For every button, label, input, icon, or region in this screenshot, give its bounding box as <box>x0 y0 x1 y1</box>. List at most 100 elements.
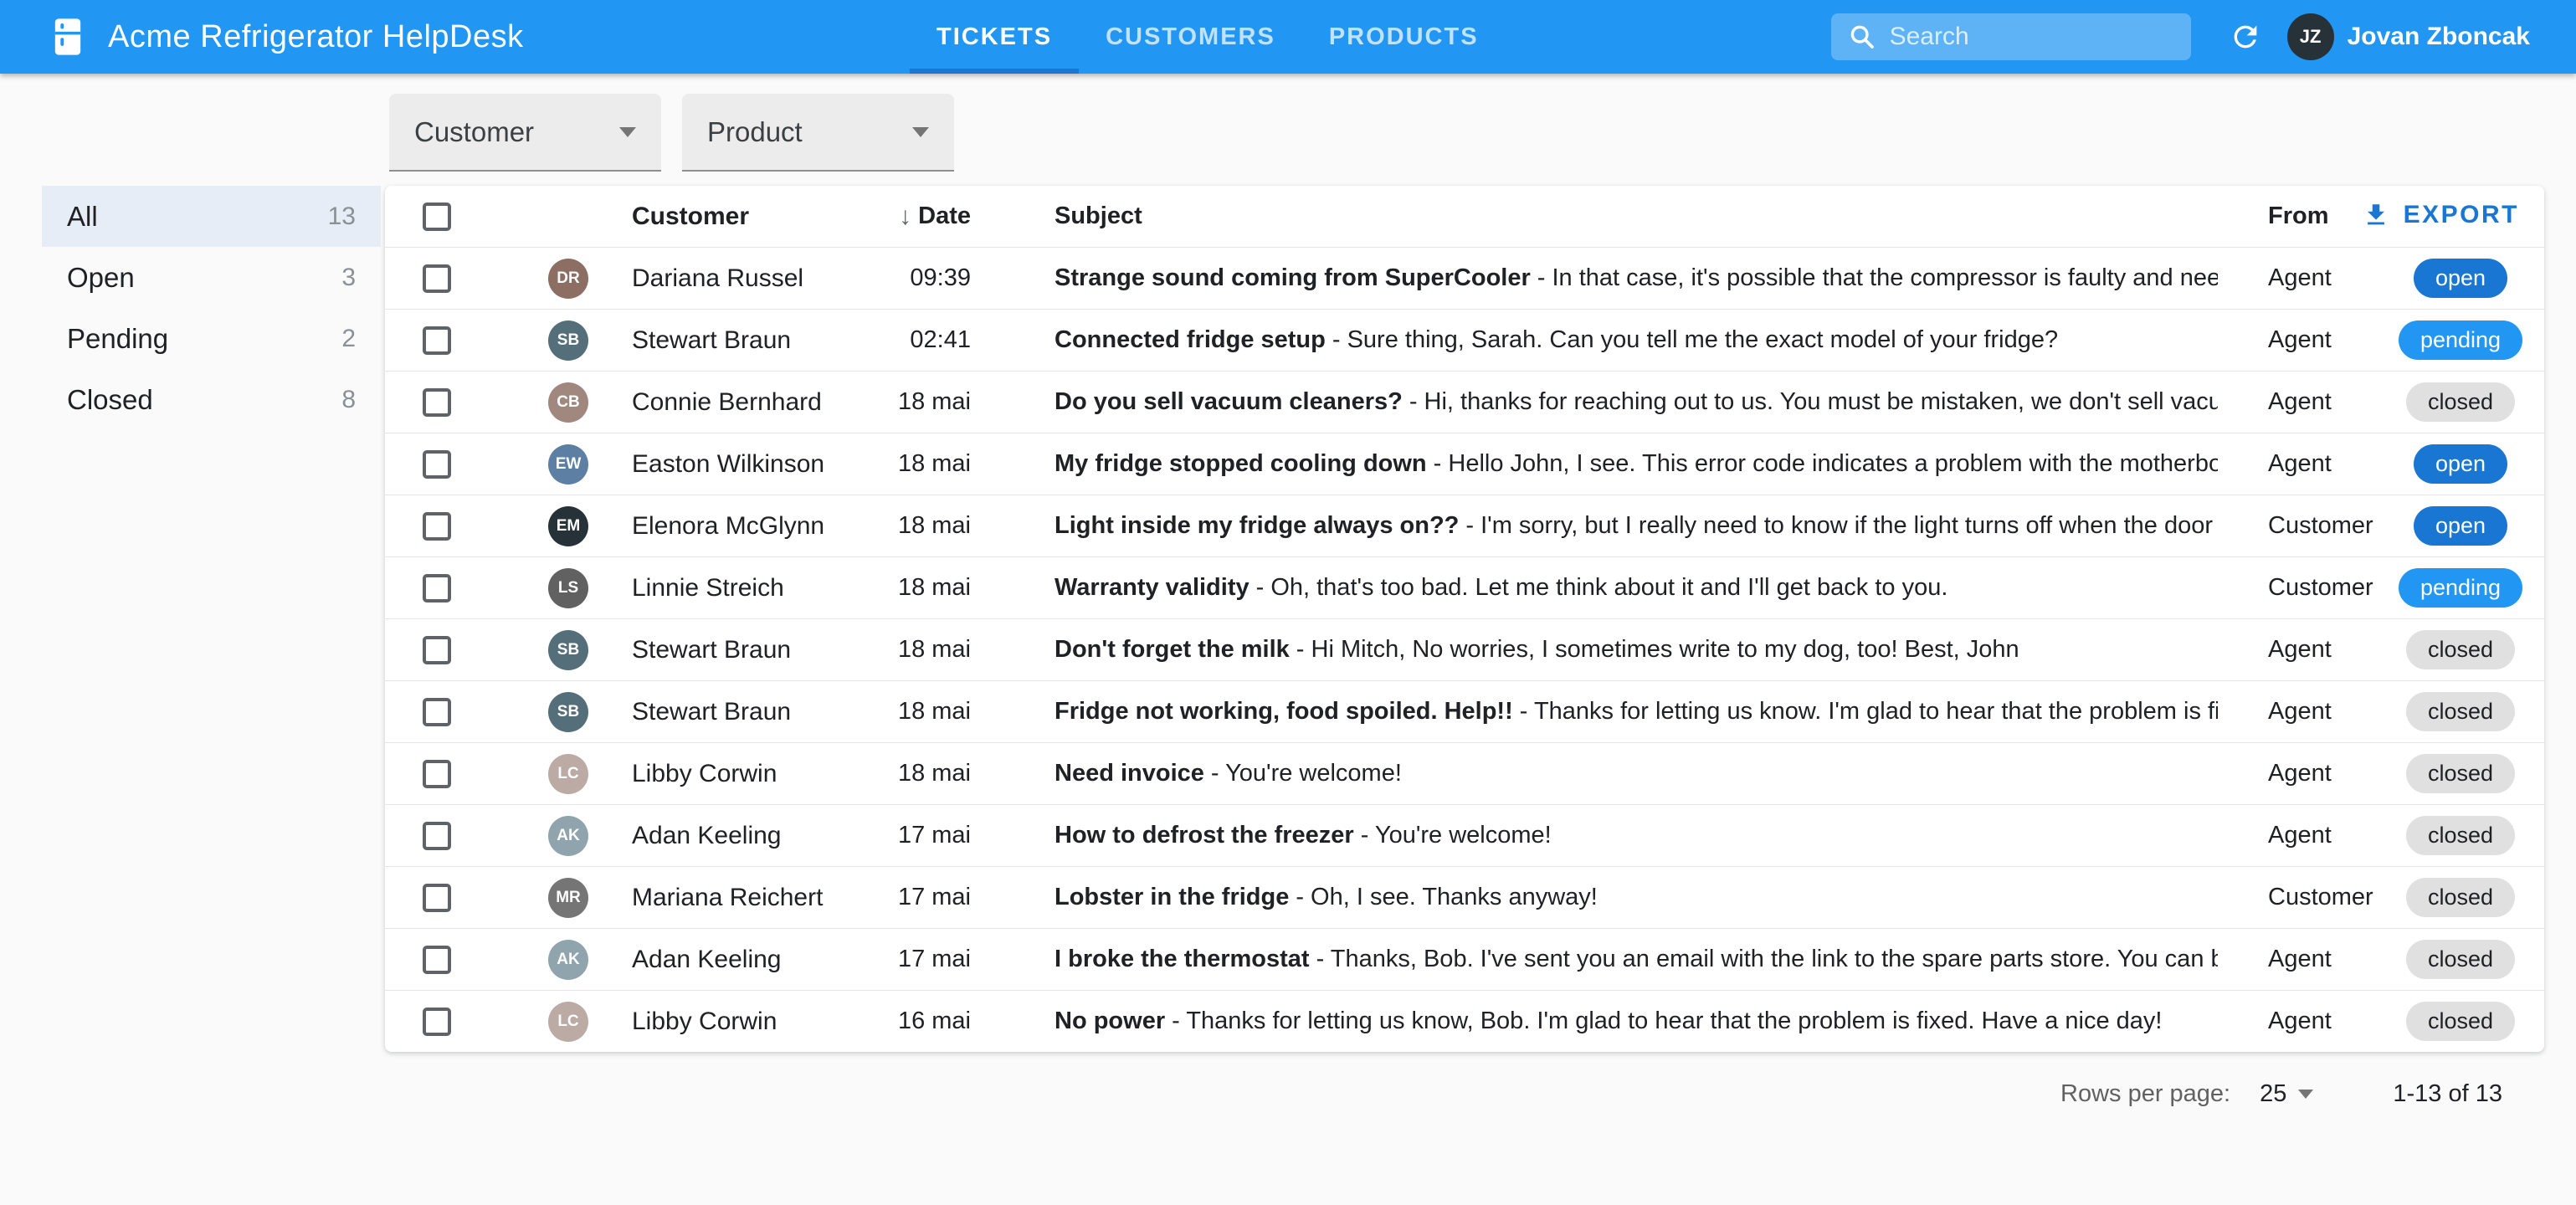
sidebar-item-count: 2 <box>341 324 356 352</box>
sidebar-item-open[interactable]: Open 3 <box>42 247 381 308</box>
row-checkbox[interactable] <box>423 821 451 850</box>
column-header-from[interactable]: From <box>2218 203 2377 230</box>
customer-filter-select[interactable]: Customer <box>389 94 661 172</box>
customer-avatar: EM <box>548 505 588 546</box>
subject-preview: - Oh, I see. Thanks anyway! <box>1296 884 1598 910</box>
column-header-date[interactable]: ↓ Date <box>887 203 971 231</box>
ticket-subject: Do you sell vacuum cleaners? - Hi, thanks… <box>1055 388 2218 416</box>
subject-preview: - Hi Mitch, No worries, I sometimes writ… <box>1296 636 2019 663</box>
ticket-date: 18 mai <box>897 450 971 477</box>
table-row[interactable]: EW Easton Wilkinson 18 mai My fridge sto… <box>385 433 2544 495</box>
table-row[interactable]: CB Connie Bernhard 18 mai Do you sell va… <box>385 371 2544 433</box>
sidebar-item-all[interactable]: All 13 <box>42 186 381 247</box>
subject-title: My fridge stopped cooling down <box>1055 450 1427 477</box>
subject-title: No power <box>1055 1008 1166 1034</box>
tab-tickets[interactable]: TICKETS <box>910 0 1080 74</box>
content-row: All 13 Open 3 Pending 2 Closed 8 Custome… <box>0 186 2576 1052</box>
export-button[interactable]: EXPORT <box>2362 201 2519 229</box>
product-filter-label: Product <box>707 115 803 147</box>
status-badge: open <box>2413 259 2508 298</box>
row-checkbox[interactable] <box>423 759 451 788</box>
customer-avatar: SB <box>548 320 588 361</box>
ticket-subject: Strange sound coming from SuperCooler - I… <box>1055 264 2218 292</box>
tab-products[interactable]: PRODUCTS <box>1302 0 1506 74</box>
refresh-button[interactable] <box>2229 20 2262 54</box>
table-row[interactable]: AK Adan Keeling 17 mai How to defrost th… <box>385 804 2544 866</box>
row-checkbox[interactable] <box>423 449 451 479</box>
tab-customers-label: CUSTOMERS <box>1106 23 1275 50</box>
app-header: Acme Refrigerator HelpDesk TICKETS CUSTO… <box>0 0 2576 74</box>
subject-title: I broke the thermostat <box>1055 946 1310 972</box>
row-checkbox[interactable] <box>423 387 451 417</box>
tab-tickets-label: TICKETS <box>936 23 1053 50</box>
customer-avatar: LC <box>548 753 588 794</box>
download-icon <box>2367 204 2384 225</box>
customer-name: Linnie Streich <box>632 573 784 602</box>
row-checkbox[interactable] <box>423 511 451 541</box>
sidebar-item-label: Open <box>67 261 135 293</box>
ticket-from: Agent <box>2268 264 2332 291</box>
row-checkbox[interactable] <box>423 635 451 664</box>
rows-per-page-select[interactable]: 25 <box>2260 1079 2314 1108</box>
table-row[interactable]: SB Stewart Braun 18 mai Don't forget the… <box>385 618 2544 680</box>
product-filter-select[interactable]: Product <box>682 94 954 172</box>
subject-preview: - Thanks for letting us know. I'm glad t… <box>1519 698 2218 725</box>
status-sidebar: All 13 Open 3 Pending 2 Closed 8 <box>42 186 381 430</box>
subject-preview: - Sure thing, Sarah. Can you tell me the… <box>1332 326 2059 353</box>
subject-preview: - In that case, it's possible that the c… <box>1537 264 2218 291</box>
table-row[interactable]: AK Adan Keeling 17 mai I broke the therm… <box>385 928 2544 990</box>
rows-per-page-value: 25 <box>2260 1079 2287 1107</box>
subject-title: How to defrost the freezer <box>1055 822 1354 849</box>
table-row[interactable]: SB Stewart Braun 02:41 Connected fridge … <box>385 309 2544 371</box>
select-all-checkbox[interactable] <box>423 202 451 231</box>
table-row[interactable]: MR Mariana Reichert 17 mai Lobster in th… <box>385 866 2544 928</box>
customer-name: Adan Keeling <box>632 821 782 849</box>
status-badge: closed <box>2405 1002 2516 1041</box>
row-checkbox[interactable] <box>423 1007 451 1036</box>
app-brand: Acme Refrigerator HelpDesk <box>0 15 524 59</box>
search-input[interactable] <box>1889 23 2174 51</box>
table-row[interactable]: LC Libby Corwin 18 mai Need invoice - You… <box>385 742 2544 804</box>
filters-row: Customer Product <box>0 94 2576 172</box>
ticket-from: Agent <box>2268 636 2332 663</box>
sort-descending-icon: ↓ <box>899 202 912 230</box>
sidebar-item-label: All <box>67 200 98 232</box>
subject-title: Light inside my fridge always on?? <box>1055 512 1460 539</box>
column-header-customer[interactable]: Customer <box>632 203 887 231</box>
ticket-from: Customer <box>2268 884 2373 910</box>
ticket-date: 09:39 <box>910 264 971 291</box>
export-label: EXPORT <box>2403 201 2519 228</box>
customer-name: Stewart Braun <box>632 635 792 664</box>
ticket-subject: Connected fridge setup - Sure thing, Sara… <box>1055 326 2218 354</box>
chevron-down-icon <box>912 126 929 137</box>
table-row[interactable]: LC Libby Corwin 16 mai No power - Thanks … <box>385 990 2544 1052</box>
status-badge: closed <box>2405 754 2516 793</box>
ticket-from: Agent <box>2268 388 2332 415</box>
chevron-down-icon <box>619 126 636 137</box>
table-row[interactable]: SB Stewart Braun 18 mai Fridge not worki… <box>385 680 2544 742</box>
search-box[interactable] <box>1830 13 2191 60</box>
row-checkbox[interactable] <box>423 326 451 355</box>
appbar-actions: JZ Jovan Zboncak <box>1830 13 2576 60</box>
app-title: Acme Refrigerator HelpDesk <box>108 18 524 54</box>
sidebar-item-pending[interactable]: Pending 2 <box>42 308 381 369</box>
status-badge: open <box>2413 506 2508 546</box>
tab-customers[interactable]: CUSTOMERS <box>1079 0 1302 74</box>
table-row[interactable]: LS Linnie Streich 18 mai Warranty validi… <box>385 556 2544 618</box>
ticket-date: 18 mai <box>897 388 971 415</box>
subject-preview: - You're welcome! <box>1210 760 1402 787</box>
user-avatar[interactable]: JZ <box>2286 13 2334 60</box>
row-checkbox[interactable] <box>423 945 451 974</box>
row-checkbox[interactable] <box>423 883 451 912</box>
column-header-subject[interactable]: Subject <box>1055 203 2218 230</box>
row-checkbox[interactable] <box>423 264 451 293</box>
table-row[interactable]: EM Elenora McGlynn 18 mai Light inside m… <box>385 495 2544 556</box>
table-row[interactable]: DR Dariana Russel 09:39 Strange sound co… <box>385 247 2544 309</box>
row-checkbox[interactable] <box>423 573 451 602</box>
sidebar-item-closed[interactable]: Closed 8 <box>42 369 381 430</box>
row-checkbox[interactable] <box>423 697 451 726</box>
customer-name: Connie Bernhard <box>632 387 822 416</box>
customer-name: Libby Corwin <box>632 1007 777 1035</box>
ticket-subject: Warranty validity - Oh, that's too bad. L… <box>1055 574 2218 602</box>
ticket-from: Customer <box>2268 574 2373 601</box>
